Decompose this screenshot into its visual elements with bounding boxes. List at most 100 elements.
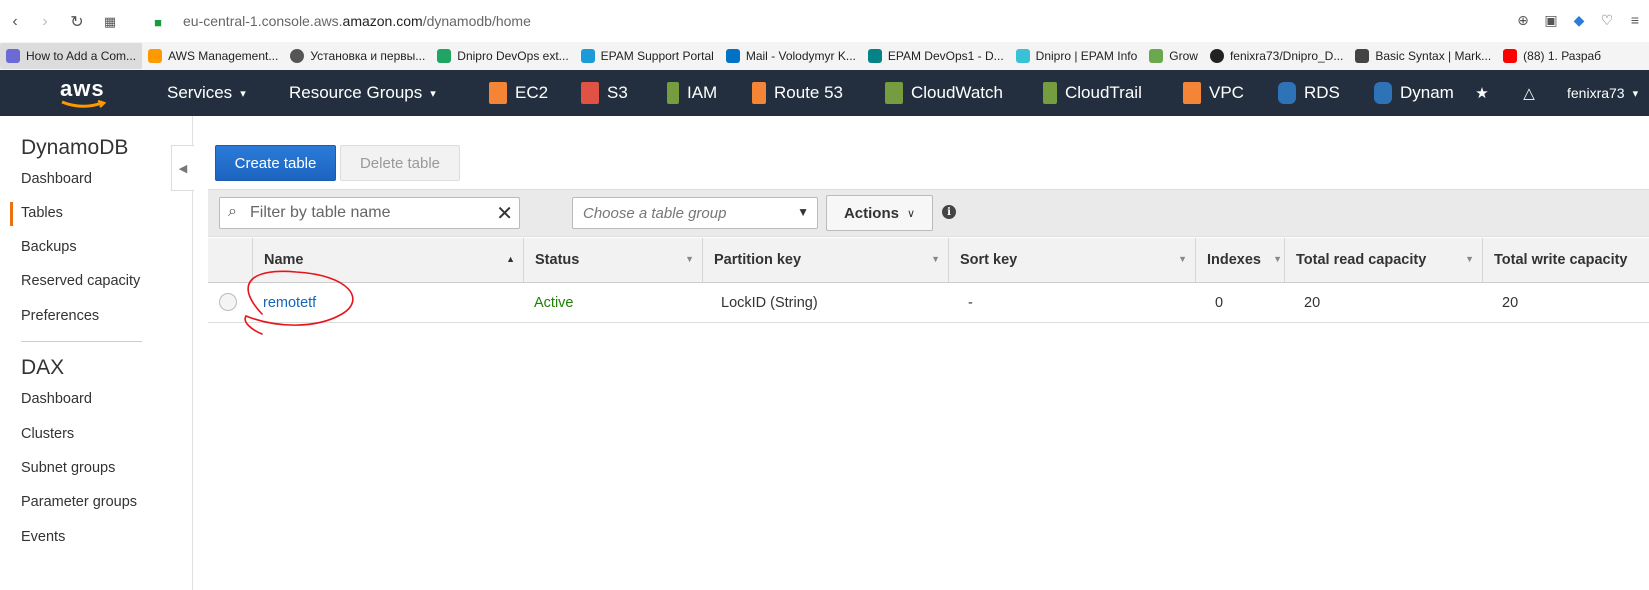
back-icon[interactable]: ‹ (4, 11, 26, 33)
url-domain: amazon.com (342, 13, 423, 29)
browser-right-icons: ⊕ ▣ ◆ ♡ ≡ (1513, 10, 1645, 30)
table-write-capacity: 20 (1502, 294, 1519, 311)
pin-icon[interactable]: ★ (1472, 83, 1492, 103)
bookmark-label: fenixra73/Dnipro_D... (1229, 49, 1344, 63)
sidebar-item-subnet-groups[interactable]: Subnet groups (21, 460, 115, 476)
actions-button[interactable]: Actions ∨ (826, 195, 933, 231)
shortcut-cloudwatch[interactable]: CloudWatch (885, 70, 1003, 116)
sidebar-item-preferences[interactable]: Preferences (21, 308, 99, 324)
shortcut-s3[interactable]: S3 (581, 70, 628, 116)
sidebar-title-dax: DAX (21, 356, 65, 379)
bookmark-item[interactable]: AWS Management... (142, 43, 284, 69)
bookmark-item[interactable]: Dnipro | EPAM Info (1010, 43, 1144, 69)
table-row[interactable]: remotetf Active LockID (String) - 0 20 2… (208, 283, 1649, 323)
shortcut-rds[interactable]: RDS (1278, 70, 1340, 116)
bookmark-item[interactable]: Установка и первы... (284, 43, 431, 69)
column-header-total-read-capacity[interactable]: Total read capacity ▼ (1284, 238, 1482, 282)
sidebar-item-events[interactable]: Events (21, 529, 65, 545)
bookmark-item[interactable]: (88) 1. Разраб (1497, 43, 1607, 69)
shortcut-iam[interactable]: IAM (667, 70, 717, 116)
search-box: ⌕ ✕ (219, 197, 520, 229)
clear-icon[interactable]: ✕ (496, 201, 513, 226)
column-header-total-write-capacity[interactable]: Total write capacity (1482, 238, 1649, 282)
sidebar-item-parameter-groups[interactable]: Parameter groups (21, 494, 137, 510)
forward-icon[interactable]: › (34, 11, 56, 33)
bookmark-item[interactable]: Dnipro DevOps ext... (431, 43, 574, 69)
url-field[interactable]: eu-central-1.console.aws.amazon.com/dyna… (183, 13, 531, 29)
table-sort-key: - (968, 294, 973, 311)
sidebar: DynamoDB Dashboard Tables Backups Reserv… (0, 116, 193, 590)
shortcut-dynamodb[interactable]: Dynam (1374, 70, 1457, 116)
bookmark-item[interactable]: How to Add a Com... (0, 43, 143, 69)
column-label: Partition key (714, 252, 802, 268)
sort-icon: ▼ (1465, 254, 1474, 264)
caret-down-icon: ▾ (430, 87, 436, 100)
heart-icon[interactable]: ♡ (1597, 10, 1617, 30)
column-header-sort-key[interactable]: Sort key ▼ (948, 238, 1195, 282)
s3-icon (581, 82, 599, 104)
bookmark-label: EPAM Support Portal (600, 49, 714, 63)
sidebar-item-dax-dashboard[interactable]: Dashboard (21, 391, 92, 407)
bookmark-label: EPAM DevOps1 - D... (887, 49, 1004, 63)
zoom-icon[interactable]: ⊕ (1513, 10, 1533, 30)
vpc-icon (1183, 82, 1201, 104)
sidebar-item-dashboard[interactable]: Dashboard (21, 171, 92, 187)
table-status: Active (534, 294, 574, 311)
bookmark-item[interactable]: Basic Syntax | Mark... (1349, 43, 1497, 69)
menu-icon[interactable]: ≡ (1625, 10, 1645, 30)
bookmark-item[interactable]: EPAM DevOps1 - D... (862, 43, 1010, 69)
info-icon[interactable]: i (942, 205, 956, 219)
browser-address-bar: ‹ › ↻ ▦ ■ eu-central-1.console.aws.amazo… (0, 0, 1649, 42)
user-menu[interactable]: fenixra73 ▾ (1567, 70, 1638, 116)
sidebar-item-reserved-capacity[interactable]: Reserved capacity (21, 273, 140, 289)
shortcut-vpc[interactable]: VPC (1183, 70, 1244, 116)
bookmark-item[interactable]: Grow (1143, 43, 1204, 69)
user-name: fenixra73 (1567, 85, 1625, 101)
caret-down-icon: ▾ (240, 87, 246, 100)
sidebar-collapse-button[interactable]: ◀ (171, 145, 194, 191)
column-header-status[interactable]: Status ▼ (523, 238, 702, 282)
sidebar-item-backups[interactable]: Backups (21, 239, 77, 255)
bookmark-favicon-icon (1355, 49, 1370, 63)
create-table-button[interactable]: Create table (215, 145, 336, 181)
column-label: Name (264, 252, 304, 268)
tabs-grid-icon[interactable]: ▦ (99, 11, 121, 33)
column-label: Sort key (960, 252, 1018, 268)
reload-icon[interactable]: ↻ (66, 11, 88, 33)
table-filter-input[interactable] (248, 201, 492, 225)
bookmark-favicon-icon (290, 49, 305, 63)
shortcut-route53[interactable]: Route 53 (752, 70, 843, 116)
bookmark-item[interactable]: Mail - Volodymyr K... (720, 43, 862, 69)
camera-icon[interactable]: ▣ (1541, 10, 1561, 30)
services-label: Services (167, 83, 233, 102)
bookmark-item[interactable]: fenixra73/Dnipro_D... (1204, 43, 1349, 69)
table-name-link[interactable]: remotetf (263, 283, 316, 322)
shortcut-cloudtrail[interactable]: CloudTrail (1043, 70, 1142, 116)
bell-icon[interactable]: △ (1519, 83, 1539, 103)
shortcut-label: CloudWatch (911, 83, 1003, 102)
column-header-name[interactable]: Name ▲ (252, 238, 523, 282)
column-header-indexes[interactable]: Indexes ▼ (1195, 238, 1284, 282)
aws-logo[interactable]: aws (60, 76, 108, 110)
bookmark-label: Grow (1169, 49, 1198, 63)
delete-table-button[interactable]: Delete table (340, 145, 460, 181)
bookmark-item[interactable]: EPAM Support Portal (575, 43, 720, 69)
cloudtrail-icon (1043, 82, 1057, 104)
sidebar-item-tables[interactable]: Tables (10, 202, 63, 226)
sidebar-item-clusters[interactable]: Clusters (21, 426, 74, 442)
resource-groups-label: Resource Groups (289, 83, 423, 102)
bookmark-favicon-icon (867, 49, 882, 63)
services-menu[interactable]: Services ▾ (167, 70, 246, 116)
row-select-radio[interactable] (219, 293, 237, 311)
aws-top-nav: aws Services ▾ Resource Groups ▾ EC2 S3 IA… (0, 70, 1649, 116)
url-prefix: eu-central-1.console.aws. (183, 13, 343, 29)
bookmark-favicon-icon (6, 49, 20, 63)
table-group-placeholder: Choose a table group (583, 205, 727, 222)
ec2-icon (489, 82, 507, 104)
resource-groups-menu[interactable]: Resource Groups ▾ (289, 70, 436, 116)
column-header-partition-key[interactable]: Partition key ▼ (702, 238, 948, 282)
table-group-select[interactable]: Choose a table group ▼ (572, 197, 818, 229)
shortcut-label: S3 (607, 83, 628, 102)
shield-icon[interactable]: ◆ (1569, 10, 1589, 30)
shortcut-ec2[interactable]: EC2 (489, 70, 548, 116)
